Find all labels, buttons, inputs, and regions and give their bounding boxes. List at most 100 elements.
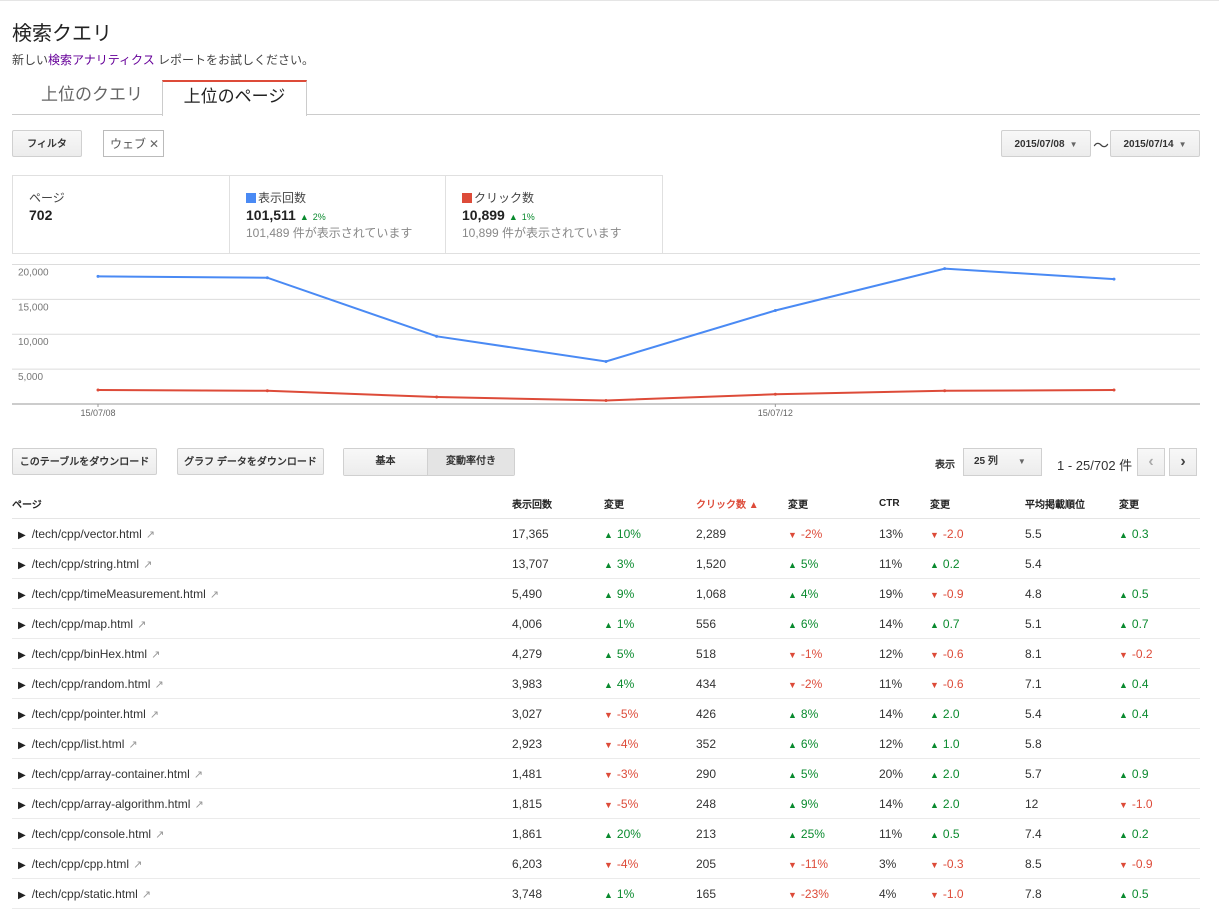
arrow-up-icon: ▲ <box>930 799 939 810</box>
table-row[interactable]: ▶/tech/cpp/cpp.html ↗ 6,203 ▼ -4% 205 ▼ -11% 3% ▼… <box>12 848 1200 879</box>
page-cell: ▶ /tech/cpp/random.html ↗ <box>12 668 512 699</box>
table-row[interactable]: ▶/tech/cpp/list.html ↗ 2,923 ▼ -4% 352 ▲ 6% 12% ▲… <box>12 728 1200 759</box>
external-link-icon[interactable]: ↗ <box>137 619 146 631</box>
change-cell: ▲ 0.3 <box>1119 518 1200 549</box>
table-row[interactable]: ▶ /tech/cpp/array-container.html ↗ 1,481 ▼ -3… <box>12 758 1200 789</box>
clicks-cell: 205 <box>696 848 788 879</box>
data-point[interactable] <box>943 267 947 271</box>
data-point[interactable] <box>1112 277 1116 281</box>
tab-top-queries[interactable]: 上位のクエリ <box>22 80 162 113</box>
next-page-button[interactable]: › <box>1169 448 1197 476</box>
page-cell: ▶ /tech/cpp/cpp.html ↗ <box>12 848 512 879</box>
clicks-cell: 352 <box>696 728 788 759</box>
col-impressions-change[interactable]: 変更 <box>604 488 696 519</box>
arrow-up-icon: ▲ <box>930 619 939 630</box>
rows-per-page-select[interactable]: 25 列 ▼ <box>963 448 1042 476</box>
view-basic-button[interactable]: 基本 <box>344 449 428 475</box>
arrow-up-icon: ▲ <box>788 619 797 630</box>
external-link-icon[interactable]: ↗ <box>151 649 160 661</box>
external-link-icon[interactable]: ↗ <box>194 799 203 811</box>
col-position-change[interactable]: 変更 <box>1119 488 1200 519</box>
external-link-icon[interactable]: ↗ <box>194 769 203 781</box>
data-point[interactable] <box>943 389 947 393</box>
external-link-icon[interactable]: ↗ <box>210 589 219 601</box>
data-point[interactable] <box>773 309 777 313</box>
data-point[interactable] <box>96 388 100 392</box>
expand-triangle-icon[interactable]: ▶ <box>18 770 26 781</box>
expand-triangle-icon[interactable]: ▶ <box>18 530 26 541</box>
expand-triangle-icon[interactable]: ▶ <box>18 740 26 751</box>
external-link-icon[interactable]: ↗ <box>143 559 152 571</box>
col-ctr-change[interactable]: 変更 <box>930 488 1025 519</box>
table-row[interactable]: ▶ /tech/cpp/random.html ↗ 3,983 ▲ 4% 434 ▼ -2% 11… <box>12 668 1200 699</box>
tab-top-pages[interactable]: 上位のページ <box>162 80 307 116</box>
col-clicks-change[interactable]: 変更 <box>788 488 879 519</box>
change-cell: ▼ -2.0 <box>930 518 1025 549</box>
expand-triangle-icon[interactable]: ▶ <box>18 620 26 631</box>
change-cell: ▼ -1.0 <box>930 878 1025 909</box>
table-row[interactable]: ▶ /tech/cpp/array-algorithm.html ↗ 1,815 ▼ -5… <box>12 788 1200 819</box>
external-link-icon[interactable]: ↗ <box>150 709 159 721</box>
position-cell: 7.8 <box>1025 878 1119 909</box>
external-link-icon[interactable]: ↗ <box>154 679 163 691</box>
table-row[interactable]: ▶ /tech/cpp/timeMeasurement.html ↗ 5,490 ▲ 9%… <box>12 578 1200 609</box>
arrow-up-icon: ▲ <box>1119 709 1128 720</box>
expand-triangle-icon[interactable]: ▶ <box>18 890 26 901</box>
external-link-icon[interactable]: ↗ <box>133 859 142 871</box>
data-point[interactable] <box>604 399 608 403</box>
table-row[interactable]: ▶/tech/cpp/map.html ↗ 4,006 ▲ 1% 556 ▲ 6% 14% ▲ 0.… <box>12 608 1200 639</box>
stat-impressions[interactable]: 表示回数 101,511 ▲ 2% 101,489 件が表示されています <box>229 176 445 254</box>
table-row[interactable]: ▶/tech/cpp/vector.html ↗ 17,365 ▲ 10% 2,289 ▼ -… <box>12 518 1200 549</box>
arrow-up-icon: ▲ <box>788 559 797 570</box>
data-point[interactable] <box>604 359 608 363</box>
data-point[interactable] <box>773 392 777 396</box>
date-to-select[interactable]: 2015/07/14 ▼ <box>1110 130 1200 157</box>
arrow-up-icon: ▲ <box>788 769 797 780</box>
data-point[interactable] <box>1112 388 1116 392</box>
search-analytics-link[interactable]: 検索アナリティクス <box>48 53 155 67</box>
page-cell: ▶ /tech/cpp/console.html ↗ <box>12 818 512 849</box>
expand-triangle-icon[interactable]: ▶ <box>18 650 26 661</box>
data-point[interactable] <box>435 334 439 338</box>
table-row[interactable]: ▶ /tech/cpp/binHex.html ↗ 4,279 ▲ 5% 518 ▼ -1% 12… <box>12 638 1200 669</box>
close-icon[interactable]: ✕ <box>149 137 159 151</box>
download-table-button[interactable]: このテーブルをダウンロード <box>12 448 157 475</box>
external-link-icon[interactable]: ↗ <box>146 529 155 541</box>
col-page[interactable]: ページ <box>12 488 512 519</box>
col-position[interactable]: 平均掲載順位 <box>1025 488 1119 519</box>
table-header-row: ページ 表示回数 変更 クリック数 ▲ 変更 CTR 変更 平均掲載順位 変更 <box>12 488 1200 519</box>
prev-page-button[interactable]: ‹ <box>1137 448 1165 476</box>
external-link-icon[interactable]: ↗ <box>155 829 164 841</box>
data-point[interactable] <box>265 389 269 393</box>
expand-triangle-icon[interactable]: ▶ <box>18 590 26 601</box>
data-point[interactable] <box>96 274 100 278</box>
data-point[interactable] <box>435 395 439 399</box>
table-row[interactable]: ▶ /tech/cpp/console.html ↗ 1,861 ▲ 20% 213 ▲ 25%… <box>12 818 1200 849</box>
table-row[interactable]: ▶ /tech/cpp/string.html ↗ 13,707 ▲ 3% 1,520 ▲ 5%… <box>12 548 1200 579</box>
date-from-select[interactable]: 2015/07/08 ▼ <box>1001 130 1091 157</box>
page-cell: ▶ /tech/cpp/binHex.html ↗ <box>12 638 512 669</box>
expand-triangle-icon[interactable]: ▶ <box>18 710 26 721</box>
external-link-icon[interactable]: ↗ <box>128 739 137 751</box>
expand-triangle-icon[interactable]: ▶ <box>18 680 26 691</box>
download-chart-button[interactable]: グラフ データをダウンロード <box>177 448 324 475</box>
expand-triangle-icon[interactable]: ▶ <box>18 860 26 871</box>
col-impressions[interactable]: 表示回数 <box>512 488 604 519</box>
series-line-clicks <box>97 389 1115 402</box>
data-point[interactable] <box>265 276 269 280</box>
position-cell: 5.1 <box>1025 608 1119 639</box>
filter-button[interactable]: フィルタ <box>12 130 82 157</box>
arrow-up-icon: ▲ <box>930 769 939 780</box>
expand-triangle-icon[interactable]: ▶ <box>18 830 26 841</box>
change-cell: ▲ 6% <box>788 608 879 639</box>
table-row[interactable]: ▶ /tech/cpp/pointer.html ↗ 3,027 ▼ -5% 426 ▲ 8% 1… <box>12 698 1200 729</box>
col-ctr[interactable]: CTR <box>879 488 930 519</box>
arrow-down-icon: ▼ <box>1119 859 1128 870</box>
table-row[interactable]: ▶ /tech/cpp/static.html ↗ 3,748 ▲ 1% 165 ▼ -23% 4… <box>12 878 1200 909</box>
external-link-icon[interactable]: ↗ <box>142 889 151 901</box>
expand-triangle-icon[interactable]: ▶ <box>18 560 26 571</box>
expand-triangle-icon[interactable]: ▶ <box>18 800 26 811</box>
stat-clicks[interactable]: クリック数 10,899 ▲ 1% 10,899 件が表示されています <box>445 176 662 254</box>
col-clicks[interactable]: クリック数 ▲ <box>696 488 788 519</box>
view-change-button[interactable]: 変動率付き <box>428 449 514 475</box>
